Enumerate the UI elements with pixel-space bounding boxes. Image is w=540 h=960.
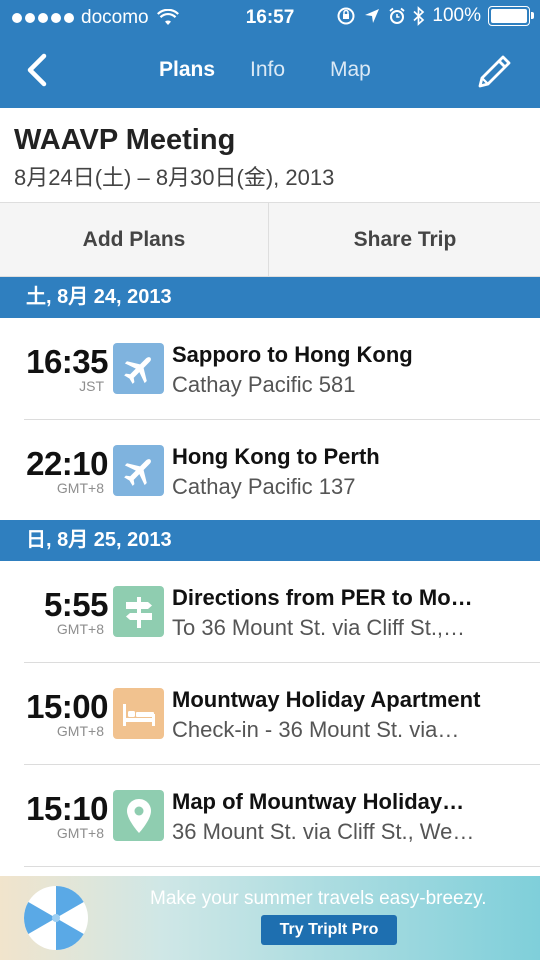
try-tripit-pro-button[interactable]: Try TripIt Pro bbox=[261, 915, 397, 945]
event-subtitle: Cathay Pacific 581 bbox=[172, 372, 356, 397]
status-right: 100% bbox=[336, 5, 534, 27]
share-trip-button[interactable]: Share Trip bbox=[270, 203, 540, 277]
event-title: Mountway Holiday Apartment bbox=[172, 687, 481, 712]
event-time: 15:00 bbox=[26, 688, 108, 725]
trip-dates: 8月24日(土) – 8月30日(金), 2013 bbox=[14, 165, 335, 190]
event-title: Hong Kong to Perth bbox=[172, 444, 380, 469]
event-subtitle: To 36 Mount St. via Cliff St.,… bbox=[172, 615, 466, 640]
event-time: 15:10 bbox=[26, 790, 108, 827]
navigation-bar: Plans Info Map bbox=[0, 36, 540, 108]
battery-percent: 100% bbox=[432, 5, 481, 26]
event-title: Directions from PER to Mo… bbox=[172, 585, 473, 610]
bed-icon bbox=[113, 688, 164, 739]
top-header: docomo 16:57 100% Plans Info Map bbox=[0, 0, 540, 108]
add-plans-button[interactable]: Add Plans bbox=[0, 203, 269, 277]
event-timezone: GMT+8 bbox=[56, 825, 104, 841]
event-time: 22:10 bbox=[26, 445, 108, 482]
alarm-icon bbox=[389, 7, 405, 24]
action-bar: Add Plans Share Trip bbox=[0, 202, 540, 277]
day-header: 土, 8月 24, 2013 bbox=[0, 277, 540, 318]
promo-text: Make your summer travels easy-breezy. bbox=[150, 888, 487, 909]
plan-row[interactable]: 16:35 JST Sapporo to Hong Kong Cathay Pa… bbox=[0, 318, 540, 420]
event-timezone: GMT+8 bbox=[56, 621, 104, 637]
plan-row[interactable]: 5:55 GMT+8 Directions from PER to Mo… To… bbox=[0, 561, 540, 663]
event-timezone: JST bbox=[79, 378, 104, 394]
signpost-icon bbox=[113, 586, 164, 637]
event-timezone: GMT+8 bbox=[56, 480, 104, 496]
row-divider bbox=[24, 866, 540, 867]
bluetooth-icon bbox=[413, 6, 425, 26]
location-arrow-icon bbox=[365, 9, 380, 23]
edit-pencil-icon[interactable] bbox=[472, 50, 516, 94]
event-subtitle: 36 Mount St. via Cliff St., We… bbox=[172, 819, 475, 844]
event-time: 5:55 bbox=[43, 586, 109, 623]
rotation-lock-icon bbox=[337, 7, 355, 25]
map-pin-icon bbox=[113, 790, 164, 841]
tab-map[interactable]: Map bbox=[330, 58, 371, 82]
plan-row[interactable]: 22:10 GMT+8 Hong Kong to Perth Cathay Pa… bbox=[0, 420, 540, 522]
event-title: Sapporo to Hong Kong bbox=[172, 342, 413, 367]
beach-umbrella-icon bbox=[24, 886, 88, 950]
plan-row[interactable]: 15:00 GMT+8 Mountway Holiday Apartment C… bbox=[0, 663, 540, 765]
event-title: Map of Mountway Holiday… bbox=[172, 789, 465, 814]
event-subtitle: Cathay Pacific 137 bbox=[172, 474, 356, 499]
tab-bar: Plans Info Map bbox=[0, 36, 540, 108]
tab-info[interactable]: Info bbox=[250, 58, 285, 82]
promo-banner[interactable]: Make your summer travels easy-breezy. Tr… bbox=[0, 876, 540, 960]
trip-title: WAAVP Meeting bbox=[14, 124, 236, 156]
battery-icon bbox=[488, 6, 534, 26]
event-time: 16:35 bbox=[26, 343, 108, 380]
day-header: 日, 8月 25, 2013 bbox=[0, 520, 540, 561]
event-subtitle: Check-in - 36 Mount St. via… bbox=[172, 717, 460, 742]
plan-row[interactable]: 15:10 GMT+8 Map of Mountway Holiday… 36 … bbox=[0, 765, 540, 867]
event-timezone: GMT+8 bbox=[56, 723, 104, 739]
tab-plans[interactable]: Plans bbox=[159, 58, 215, 82]
status-bar: docomo 16:57 100% bbox=[0, 0, 540, 36]
airplane-icon bbox=[113, 445, 164, 496]
airplane-icon bbox=[113, 343, 164, 394]
